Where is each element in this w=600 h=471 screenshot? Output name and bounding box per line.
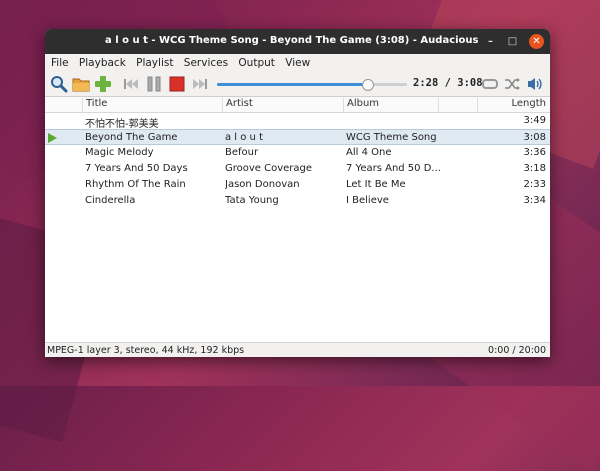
track-length: 2:33 xyxy=(523,179,546,190)
repeat-icon[interactable] xyxy=(481,75,499,93)
track-length: 3:49 xyxy=(523,115,546,126)
playlist-row-playing[interactable]: Beyond The Game a l o u t WCG Theme Song… xyxy=(45,129,550,145)
seek-handle[interactable] xyxy=(361,79,374,91)
next-icon[interactable] xyxy=(191,75,209,93)
track-length: 3:34 xyxy=(523,195,546,206)
track-artist: Tata Young xyxy=(225,195,279,206)
playlist-row[interactable]: Magic Melody Befour All 4 One 3:36 xyxy=(45,145,550,161)
open-folder-icon[interactable] xyxy=(72,75,90,93)
column-length[interactable]: Length xyxy=(478,98,550,112)
time-display: 2:28 / 3:08 xyxy=(413,77,483,89)
track-title: 7 Years And 50 Days xyxy=(85,163,188,174)
track-artist: Befour xyxy=(225,147,259,158)
column-artist[interactable]: Artist xyxy=(223,98,344,112)
pause-icon[interactable] xyxy=(145,75,163,93)
menu-file[interactable]: File xyxy=(48,54,73,69)
track-album: Let It Be Me xyxy=(346,179,406,190)
track-length: 3:36 xyxy=(523,147,546,158)
playlist-row[interactable]: Rhythm Of The Rain Jason Donovan Let It … xyxy=(45,177,550,193)
search-icon[interactable] xyxy=(50,75,68,93)
playlist-duration: 0:00 / 20:00 xyxy=(488,345,546,356)
column-spacer xyxy=(439,98,478,112)
track-album: All 4 One xyxy=(346,147,392,158)
menu-playlist[interactable]: Playlist xyxy=(133,54,177,69)
maximize-button[interactable]: □ xyxy=(505,34,520,49)
playlist-row[interactable]: Cinderella Tata Young I Believe 3:34 xyxy=(45,193,550,209)
playlist: Title Artist Album Length 不怕不怕-郭美美 3:49 … xyxy=(45,96,550,343)
track-length: 3:18 xyxy=(523,163,546,174)
seek-progress xyxy=(217,83,367,86)
menu-services[interactable]: Services xyxy=(181,54,232,69)
title-bar[interactable]: a l o u t - WCG Theme Song - Beyond The … xyxy=(45,29,550,54)
now-playing-icon xyxy=(48,133,57,143)
track-album: WCG Theme Song xyxy=(346,132,437,143)
previous-icon[interactable] xyxy=(122,75,140,93)
column-album[interactable]: Album xyxy=(344,98,439,112)
track-title: 不怕不怕-郭美美 xyxy=(85,119,159,130)
shuffle-icon[interactable] xyxy=(503,75,521,93)
menu-output[interactable]: Output xyxy=(235,54,278,69)
toolbar: 2:28 / 3:08 xyxy=(45,72,550,96)
track-artist: Jason Donovan xyxy=(225,179,300,190)
track-album: 7 Years And 50 D... xyxy=(346,163,441,174)
volume-icon[interactable] xyxy=(526,75,544,93)
playlist-row[interactable]: 7 Years And 50 Days Groove Coverage 7 Ye… xyxy=(45,161,550,177)
column-title[interactable]: Title xyxy=(83,98,223,112)
track-title: Magic Melody xyxy=(85,147,154,158)
track-artist: a l o u t xyxy=(225,132,263,143)
track-album: I Believe xyxy=(346,195,389,206)
playlist-header: Title Artist Album Length xyxy=(45,97,550,113)
column-marker[interactable] xyxy=(45,98,83,112)
status-bar: MPEG-1 layer 3, stereo, 44 kHz, 192 kbps… xyxy=(45,342,550,357)
close-button[interactable]: ✕ xyxy=(529,34,544,49)
track-artist: Groove Coverage xyxy=(225,163,313,174)
seek-bar[interactable] xyxy=(217,83,407,86)
track-title: Rhythm Of The Rain xyxy=(85,179,186,190)
codec-info: MPEG-1 layer 3, stereo, 44 kHz, 192 kbps xyxy=(47,345,245,356)
menu-playback[interactable]: Playback xyxy=(76,54,130,69)
track-title: Beyond The Game xyxy=(85,132,178,143)
menu-view[interactable]: View xyxy=(282,54,314,69)
track-length: 3:08 xyxy=(523,132,546,143)
window-title: a l o u t - WCG Theme Song - Beyond The … xyxy=(105,35,479,46)
minimize-button[interactable]: – xyxy=(483,34,498,49)
playlist-row[interactable]: 不怕不怕-郭美美 3:49 xyxy=(45,113,550,130)
audacious-window: a l o u t - WCG Theme Song - Beyond The … xyxy=(45,29,550,357)
track-title: Cinderella xyxy=(85,195,136,206)
add-icon[interactable] xyxy=(94,75,112,93)
stop-icon[interactable] xyxy=(168,75,186,93)
menu-bar: File Playback Playlist Services Output V… xyxy=(45,54,550,72)
